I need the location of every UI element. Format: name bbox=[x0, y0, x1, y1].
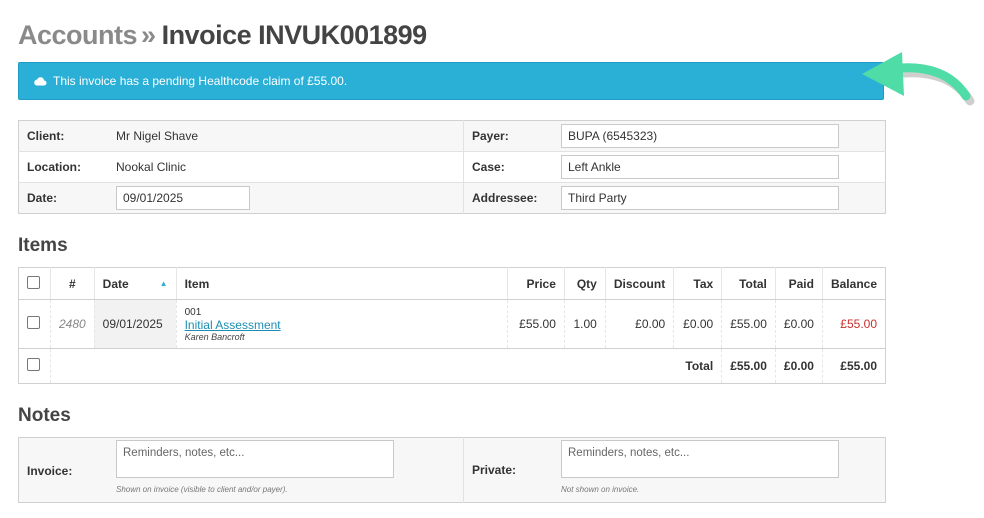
invoice-notes-label: Invoice: bbox=[27, 464, 73, 478]
column-paid: Paid bbox=[775, 267, 823, 300]
item-practitioner: Karen Bancroft bbox=[184, 331, 245, 342]
column-total: Total bbox=[721, 267, 776, 300]
row-qty: 1.00 bbox=[564, 299, 606, 349]
column-qty: Qty bbox=[564, 267, 606, 300]
invoice-notes-help: Shown on invoice (visible to client and/… bbox=[116, 485, 288, 494]
addressee-label: Addressee: bbox=[463, 182, 553, 214]
date-field[interactable]: 09/01/2025 bbox=[116, 186, 250, 210]
sort-asc-icon: ▲ bbox=[159, 278, 168, 288]
column-tax: Tax bbox=[673, 267, 723, 300]
column-balance: Balance bbox=[822, 267, 886, 300]
private-notes-label: Private: bbox=[463, 437, 553, 503]
page-title: Accounts» Invoice INVUK001899 bbox=[18, 20, 427, 51]
addressee-field[interactable]: Third Party bbox=[561, 186, 839, 210]
private-notes-help: Not shown on invoice. bbox=[561, 485, 640, 494]
select-all-checkbox[interactable] bbox=[27, 275, 40, 289]
invoice-details-table: Client: Mr Nigel Shave Payer: BUPA (6545… bbox=[18, 120, 886, 214]
invoice-title: Invoice INVUK001899 bbox=[161, 20, 428, 50]
totals-balance: £55.00 bbox=[840, 359, 877, 373]
item-code: 001 bbox=[184, 306, 202, 318]
item-link[interactable]: Initial Assessment bbox=[185, 318, 281, 332]
invoice-notes-input[interactable]: Reminders, notes, etc... bbox=[116, 440, 394, 478]
payer-field[interactable]: BUPA (6545323) bbox=[561, 124, 839, 148]
location-label: Location: bbox=[18, 151, 108, 183]
healthcode-claim-alert: This invoice has a pending Healthcode cl… bbox=[18, 62, 884, 100]
totals-paid: £0.00 bbox=[775, 348, 823, 384]
location-value: Nookal Clinic bbox=[108, 151, 464, 183]
client-label: Client: bbox=[18, 120, 108, 152]
column-date-label: Date bbox=[102, 276, 129, 291]
case-label: Case: bbox=[463, 151, 553, 183]
payer-label: Payer: bbox=[463, 120, 553, 152]
column-hash: # bbox=[50, 267, 95, 300]
row-discount: £0.00 bbox=[605, 299, 675, 349]
totals-row: Total £55.00 £0.00 £55.00 bbox=[18, 348, 886, 384]
items-table: # Date ▲ Item Price Qty Discount Tax Tota… bbox=[18, 267, 886, 384]
row-balance: £55.00 bbox=[822, 299, 886, 349]
client-value: Mr Nigel Shave bbox=[108, 120, 464, 152]
row-price: £55.00 bbox=[507, 299, 565, 349]
table-row: 2480 09/01/2025 001 Initial Assessment K… bbox=[18, 299, 886, 349]
totals-total: £55.00 bbox=[721, 348, 776, 384]
row-tax: £0.00 bbox=[673, 299, 723, 349]
totals-checkbox[interactable] bbox=[27, 358, 40, 371]
row-total: £55.00 bbox=[721, 299, 776, 349]
cloud-icon bbox=[34, 77, 47, 86]
private-notes-input[interactable]: Reminders, notes, etc... bbox=[561, 440, 839, 478]
case-field[interactable]: Left Ankle bbox=[561, 155, 839, 179]
breadcrumb-separator: » bbox=[141, 20, 156, 50]
row-date: 09/01/2025 bbox=[94, 299, 177, 349]
notes-table: Invoice: Reminders, notes, etc... Shown … bbox=[18, 437, 886, 503]
column-discount: Discount bbox=[605, 267, 675, 300]
pointer-arrow-icon bbox=[862, 52, 975, 106]
alert-text: This invoice has a pending Healthcode cl… bbox=[53, 74, 348, 88]
column-date[interactable]: Date ▲ bbox=[94, 267, 177, 300]
row-checkbox[interactable] bbox=[27, 316, 40, 329]
breadcrumb-accounts[interactable]: Accounts bbox=[18, 20, 138, 50]
column-item: Item bbox=[176, 267, 508, 300]
row-paid: £0.00 bbox=[775, 299, 823, 349]
row-number: 2480 bbox=[50, 299, 95, 349]
column-price: Price bbox=[507, 267, 565, 300]
date-label: Date: bbox=[18, 182, 108, 214]
items-heading: Items bbox=[18, 235, 68, 256]
totals-label: Total bbox=[50, 348, 723, 384]
notes-heading: Notes bbox=[18, 405, 71, 426]
